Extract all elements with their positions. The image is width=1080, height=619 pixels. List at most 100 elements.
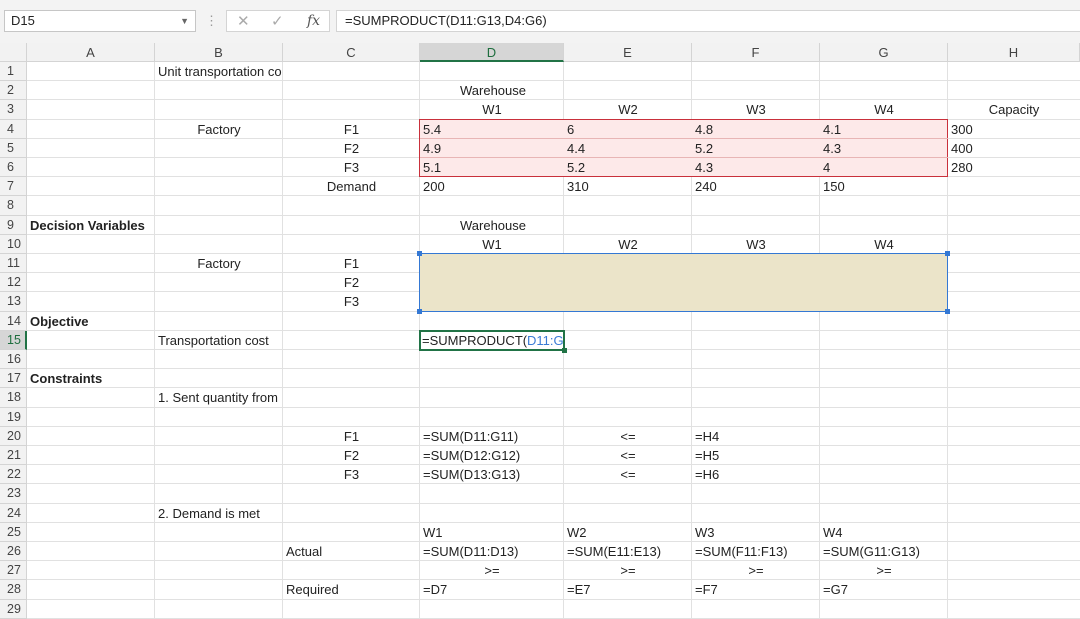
cell-c21[interactable]: F2 [286,446,417,465]
cell-g27[interactable]: >= [823,561,945,580]
cell-b11[interactable]: Factory [158,254,280,273]
row-header-10[interactable]: 10 [0,234,27,254]
cell-c11[interactable]: F1 [286,254,417,273]
cell-e21[interactable]: <= [567,446,689,465]
cell-d20[interactable]: =SUM(D11:G11) [423,427,561,446]
cell-r10-w2[interactable]: W2 [564,235,692,254]
row-header-12[interactable]: 12 [0,273,27,293]
cell-f4[interactable]: 4.8 [695,120,817,139]
cell-c22[interactable]: F3 [286,465,417,484]
column-header-c[interactable]: C [283,43,420,62]
cell-g7[interactable]: 150 [823,177,945,196]
cell-r3-w2[interactable]: W2 [564,100,692,119]
cell-a17[interactable]: Constraints [30,369,152,388]
cell-e4[interactable]: 6 [567,120,689,139]
row-header-13[interactable]: 13 [0,292,27,312]
cell-e27[interactable]: >= [567,561,689,580]
cell-f27[interactable]: >= [695,561,817,580]
cell-r9-warehouse[interactable]: Warehouse [420,216,566,235]
row-header-7[interactable]: 7 [0,177,27,197]
cell-c7[interactable]: Demand [286,177,417,196]
cell-b24[interactable]: 2. Demand is met [158,504,280,523]
column-header-g[interactable]: G [820,43,948,62]
cell-e26[interactable]: =SUM(E11:E13) [567,542,689,561]
cell-d15-range-ref[interactable]: D11:G1 [527,331,563,350]
row-header-17[interactable]: 17 [0,369,27,389]
cell-c28[interactable]: Required [286,580,417,599]
row-header-6[interactable]: 6 [0,158,27,178]
row-header-24[interactable]: 24 [0,503,27,523]
cell-f7[interactable]: 240 [695,177,817,196]
row-header-11[interactable]: 11 [0,254,27,274]
cell-c12[interactable]: F2 [286,273,417,292]
cell-e25[interactable]: W2 [567,523,689,542]
cell-c20[interactable]: F1 [286,427,417,446]
cell-g25[interactable]: W4 [823,523,945,542]
row-header-16[interactable]: 16 [0,350,27,370]
column-header-a[interactable]: A [27,43,155,62]
cell-b15[interactable]: Transportation cost [158,331,280,350]
cell-r3-w1[interactable]: W1 [420,100,564,119]
cell-f20[interactable]: =H4 [695,427,817,446]
range-corner-handle[interactable] [417,308,422,314]
cell-c6[interactable]: F3 [286,158,417,177]
row-header-3[interactable]: 3 [0,100,27,120]
row-header-18[interactable]: 18 [0,388,27,408]
cell-r3-w4[interactable]: W4 [820,100,948,119]
cell-f21[interactable]: =H5 [695,446,817,465]
cell-d21[interactable]: =SUM(D12:G12) [423,446,561,465]
column-header-h[interactable]: H [948,43,1080,62]
cell-r10-w1[interactable]: W1 [420,235,564,254]
range-corner-handle[interactable] [945,308,950,314]
cell-d15-formula-text[interactable]: =SUMPRODUCT( [422,331,527,350]
cell-e28[interactable]: =E7 [567,580,689,599]
cell-e6[interactable]: 5.2 [567,158,689,177]
cell-f25[interactable]: W3 [695,523,817,542]
row-header-25[interactable]: 25 [0,522,27,542]
row-header-5[interactable]: 5 [0,138,27,158]
cell-r3-w3[interactable]: W3 [692,100,820,119]
cell-h5[interactable]: 400 [951,139,1077,158]
cell-r10-w4[interactable]: W4 [820,235,948,254]
cell-e20[interactable]: <= [567,427,689,446]
cell-g5[interactable]: 4.3 [823,139,945,158]
row-header-21[interactable]: 21 [0,446,27,466]
cell-d27[interactable]: >= [423,561,561,580]
row-header-20[interactable]: 20 [0,426,27,446]
column-header-f[interactable]: F [692,43,820,62]
row-header-27[interactable]: 27 [0,561,27,581]
cell-f26[interactable]: =SUM(F11:F13) [695,542,817,561]
select-all-corner[interactable] [0,43,27,62]
cell-g6[interactable]: 4 [823,158,945,177]
cell-r1-b[interactable]: Unit transportation co [158,62,282,81]
row-header-9[interactable]: 9 [0,215,27,235]
row-header-29[interactable]: 29 [0,599,27,619]
row-header-15[interactable]: 15 [0,330,27,350]
row-header-19[interactable]: 19 [0,407,27,427]
cell-b18[interactable]: 1. Sent quantity from [158,388,280,407]
cell-a14[interactable]: Objective [30,312,152,331]
cell-c26[interactable]: Actual [286,542,417,561]
cell-e22[interactable]: <= [567,465,689,484]
cell-g28[interactable]: =G7 [823,580,945,599]
cell-a9[interactable]: Decision Variables [30,216,160,235]
cell-d22[interactable]: =SUM(D13:G13) [423,465,561,484]
cell-d28[interactable]: =D7 [423,580,561,599]
cell-c5[interactable]: F2 [286,139,417,158]
cell-h3[interactable]: Capacity [951,100,1077,119]
row-header-4[interactable]: 4 [0,119,27,139]
cell-f22[interactable]: =H6 [695,465,817,484]
column-header-b[interactable]: B [155,43,283,62]
row-header-14[interactable]: 14 [0,311,27,331]
row-header-26[interactable]: 26 [0,542,27,562]
row-header-2[interactable]: 2 [0,81,27,101]
row-header-8[interactable]: 8 [0,196,27,216]
cell-d25[interactable]: W1 [423,523,561,542]
row-header-23[interactable]: 23 [0,484,27,504]
cell-f28[interactable]: =F7 [695,580,817,599]
cell-d26[interactable]: =SUM(D11:D13) [423,542,561,561]
cell-b4[interactable]: Factory [158,120,280,139]
cell-g4[interactable]: 4.1 [823,120,945,139]
cell-f5[interactable]: 5.2 [695,139,817,158]
cell-h4[interactable]: 300 [951,120,1077,139]
